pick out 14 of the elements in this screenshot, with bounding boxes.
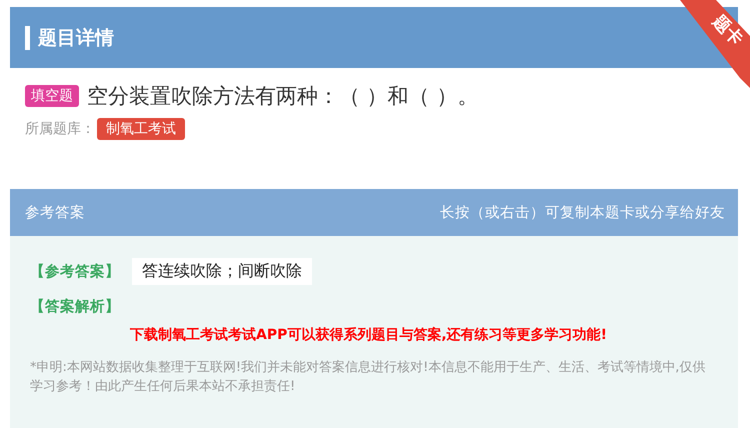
bank-tag[interactable]: 制氧工考试 [97, 118, 185, 140]
share-hint: 长按（或右击）可复制本题卡或分享给好友 [440, 204, 725, 222]
disclaimer-text: *申明:本网站数据收集整理于互联网!我们并未能对答案信息进行核对!本信息不能用于生产、生活、考试等情境中,仅供学习参考！由此产生任何后果本站不承担责任! [30, 359, 706, 396]
answer-text: 答连续吹除；间断吹除 [132, 258, 312, 285]
corner-ribbon[interactable]: 题卡 [680, 0, 750, 88]
promo-text: 下载制氧工考试考试APP可以获得系列题目与答案,还有练习等更多学习功能! [129, 326, 608, 344]
question-text: 空分装置吹除方法有两种：（ ）和（ ）。 [87, 83, 478, 110]
answer-bar-title: 参考答案 [25, 204, 85, 222]
question-type-tag: 填空题 [25, 85, 79, 107]
title-mark [25, 26, 30, 50]
page-title: 题目详情 [38, 26, 114, 50]
bank-label: 所属题库： [25, 120, 95, 138]
answer-label: 【参考答案】 [30, 262, 120, 281]
analysis-label: 【答案解析】 [30, 297, 121, 316]
